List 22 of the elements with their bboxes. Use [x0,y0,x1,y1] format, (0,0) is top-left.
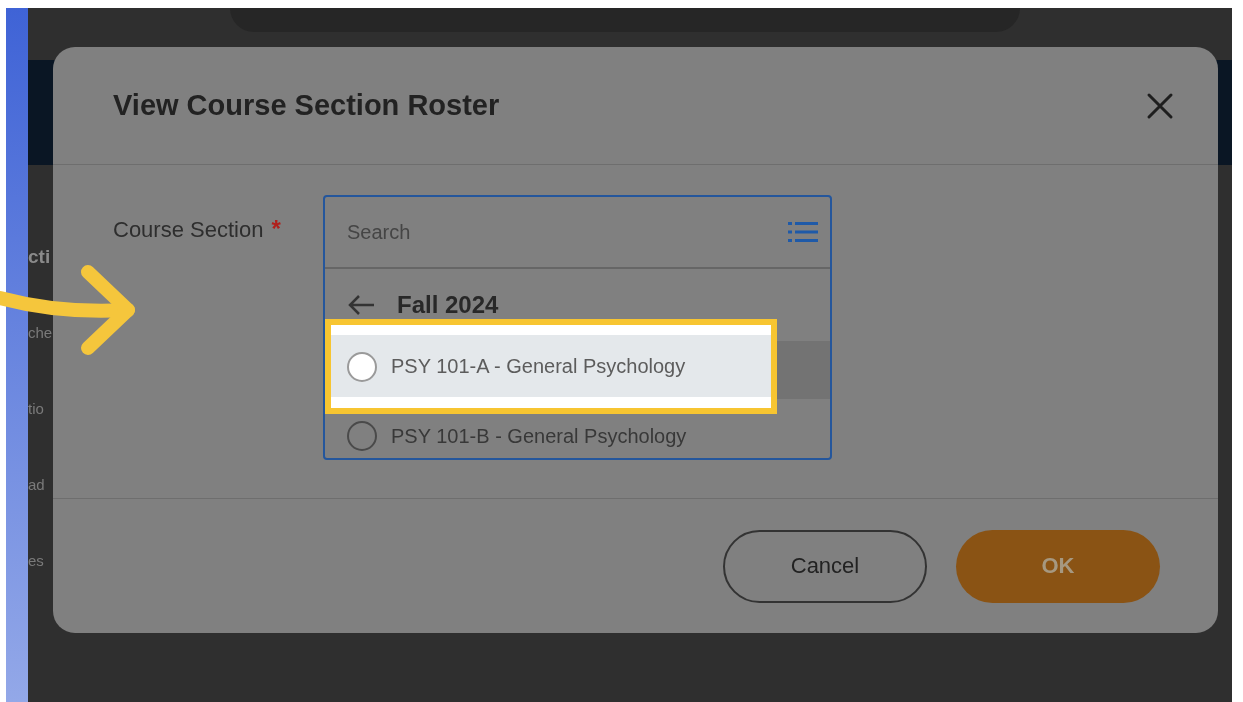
sidebar-text: tio [28,399,45,419]
option-label: PSY 101-B - General Psychology [391,424,687,448]
search-field[interactable]: Search [347,220,647,244]
dialog-title: View Course Section Roster [113,89,500,122]
group-heading: Fall 2024 [397,291,499,319]
list-icon[interactable] [788,221,818,243]
option-row[interactable]: PSY 101-B - General Psychology [325,414,830,458]
close-icon[interactable] [1146,91,1174,120]
radio-button[interactable] [347,351,377,382]
cancel-button[interactable]: Cancel [723,529,927,603]
sidebar-text: ad [28,475,46,495]
radio-button[interactable] [347,421,377,451]
option-row[interactable]: PSY 101-A - General Psychology [325,319,777,414]
sidebar-text: es [28,551,45,571]
sidebar-text: che [28,323,53,343]
sidebar-text: cti [28,245,52,269]
option-label: PSY 101-A - General Psychology [391,355,686,378]
required-icon: * [271,217,281,241]
back-arrow-icon[interactable] [347,294,375,316]
ok-button[interactable]: OK [956,529,1160,603]
field-label: Course Section [113,217,264,243]
row-hover-band [777,341,830,399]
